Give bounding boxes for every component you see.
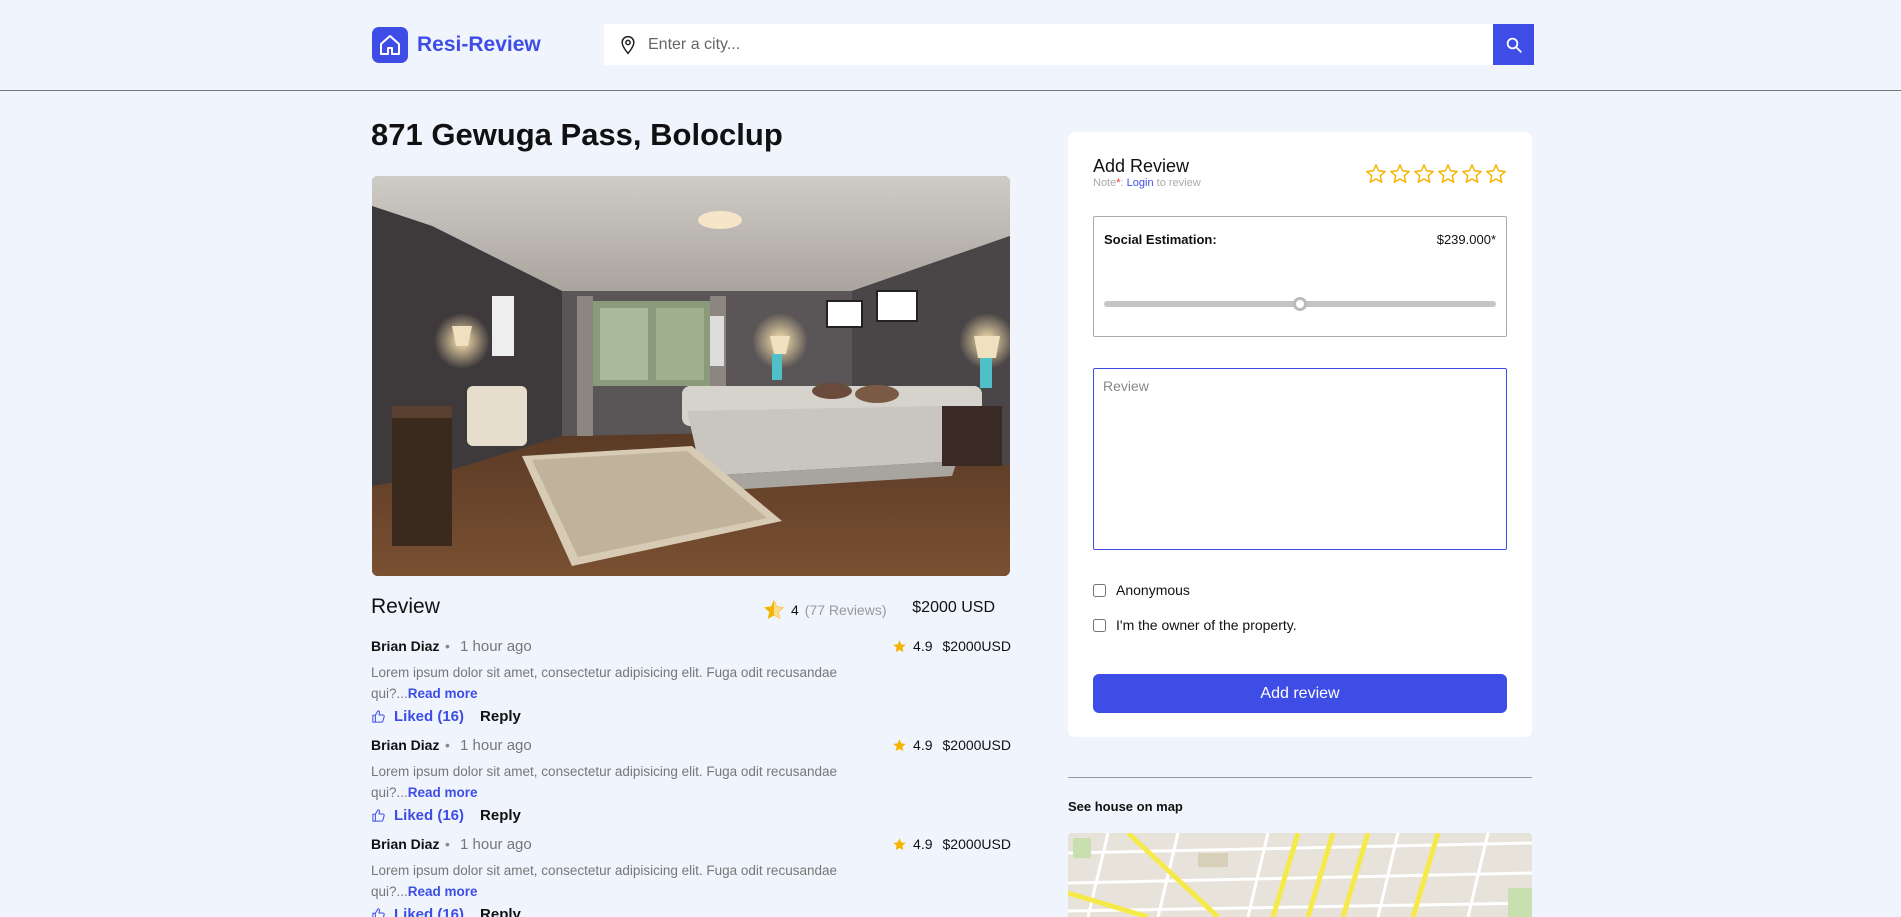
note-suffix: to review (1153, 177, 1201, 189)
property-map[interactable] (1068, 833, 1532, 917)
reply-button[interactable]: Reply (480, 906, 521, 917)
review-time: 1 hour ago (460, 638, 532, 655)
review-actions: Liked (16) Reply (371, 807, 521, 824)
star-outline-icon[interactable] (1389, 163, 1411, 185)
separator-dot: • (445, 737, 450, 753)
review-rating: 4.9 $2000USD (892, 638, 1011, 654)
login-note: Note*: Login to review (1093, 177, 1201, 189)
thumbs-up-icon[interactable] (371, 907, 386, 917)
add-review-button[interactable]: Add review (1093, 674, 1507, 713)
review-rating: 4.9 $2000USD (892, 836, 1011, 852)
brand-logo[interactable]: Resi-Review (372, 27, 541, 63)
review-summary: Review 4 (77 Reviews) $2000 USD (371, 595, 1011, 625)
reviewer-name[interactable]: Brian Diaz (371, 836, 439, 852)
review-rating-value: 4.9 (913, 836, 933, 852)
review-comment: Brian Diaz • 1 hour ago 4.9 $2000USD Lor… (371, 737, 1011, 837)
home-icon (372, 27, 408, 63)
owner-checkbox[interactable] (1093, 618, 1106, 632)
reply-button[interactable]: Reply (480, 708, 521, 725)
property-rating: 4 (77 Reviews) (763, 599, 887, 621)
owner-label: I'm the owner of the property. (1116, 617, 1297, 633)
review-time: 1 hour ago (460, 836, 532, 853)
star-outline-icon[interactable] (1461, 163, 1483, 185)
property-photo[interactable] (372, 176, 1010, 576)
search-icon (1506, 37, 1522, 53)
search-button[interactable] (1493, 24, 1534, 65)
estimation-label: Social Estimation: (1104, 232, 1217, 247)
review-comment: Brian Diaz • 1 hour ago 4.9 $2000USD Lor… (371, 638, 1011, 738)
anonymous-checkbox[interactable] (1093, 583, 1106, 597)
star-outline-icon[interactable] (1437, 163, 1459, 185)
add-review-title: Add Review (1093, 156, 1190, 176)
read-more-link[interactable]: Read more (408, 686, 478, 701)
note-prefix: Note (1093, 177, 1117, 189)
city-search-input[interactable] (648, 35, 1468, 54)
star-icon (764, 600, 784, 619)
star-outline-icon[interactable] (1413, 163, 1435, 185)
social-estimation-box: Social Estimation: $239.000* (1093, 216, 1507, 337)
top-header: Resi-Review (0, 0, 1901, 91)
login-link[interactable]: Login (1127, 177, 1154, 189)
star-rating-input (1365, 163, 1509, 185)
anonymous-option[interactable]: Anonymous (1093, 582, 1190, 598)
anonymous-label: Anonymous (1116, 582, 1190, 598)
separator-dot: • (445, 638, 450, 654)
like-button[interactable]: Liked (16) (394, 708, 464, 725)
reviewer-name[interactable]: Brian Diaz (371, 737, 439, 753)
star-outline-icon[interactable] (1485, 163, 1507, 185)
brand-name: Resi-Review (417, 33, 541, 56)
review-rating-value: 4.9 (913, 638, 933, 654)
map-label: See house on map (1068, 799, 1183, 814)
review-text: Lorem ipsum dolor sit amet, consectetur … (371, 761, 891, 803)
review-text: Lorem ipsum dolor sit amet, consectetur … (371, 662, 891, 704)
star-outline-icon[interactable] (1365, 163, 1387, 185)
property-title: 871 Gewuga Pass, Boloclup (371, 117, 783, 152)
star-icon (893, 837, 906, 850)
review-text: Lorem ipsum dolor sit amet, consectetur … (371, 860, 891, 902)
section-divider (1068, 777, 1532, 778)
thumbs-up-icon[interactable] (371, 808, 386, 823)
separator-dot: • (445, 836, 450, 852)
review-price: $2000USD (942, 737, 1012, 753)
review-textarea[interactable] (1093, 368, 1507, 550)
reviewer-name[interactable]: Brian Diaz (371, 638, 439, 654)
rating-value: 4 (791, 602, 799, 618)
slider-handle[interactable] (1293, 297, 1307, 311)
review-section-title: Review (371, 595, 440, 618)
map-pin-icon (621, 35, 635, 54)
city-search-bar (604, 24, 1534, 65)
star-icon (893, 738, 906, 751)
review-comment: Brian Diaz • 1 hour ago 4.9 $2000USD Lor… (371, 836, 1011, 917)
read-more-link[interactable]: Read more (408, 785, 478, 800)
review-price: $2000USD (942, 836, 1012, 852)
review-rating: 4.9 $2000USD (892, 737, 1011, 753)
star-icon (893, 639, 906, 652)
review-price: $2000USD (942, 638, 1012, 654)
read-more-link[interactable]: Read more (408, 884, 478, 899)
review-time: 1 hour ago (460, 737, 532, 754)
review-actions: Liked (16) Reply (371, 708, 521, 725)
estimation-slider[interactable] (1104, 297, 1496, 311)
review-actions: Liked (16) Reply (371, 906, 521, 917)
reply-button[interactable]: Reply (480, 807, 521, 824)
like-button[interactable]: Liked (16) (394, 906, 464, 917)
thumbs-up-icon[interactable] (371, 709, 386, 724)
reviews-count[interactable]: (77 Reviews) (805, 602, 887, 618)
owner-option[interactable]: I'm the owner of the property. (1093, 617, 1297, 633)
like-button[interactable]: Liked (16) (394, 807, 464, 824)
estimation-value: $239.000* (1436, 232, 1496, 247)
review-rating-value: 4.9 (913, 737, 933, 753)
add-review-panel: Add Review Note*: Login to review Social… (1068, 132, 1532, 737)
property-price: $2000 USD (912, 599, 995, 616)
